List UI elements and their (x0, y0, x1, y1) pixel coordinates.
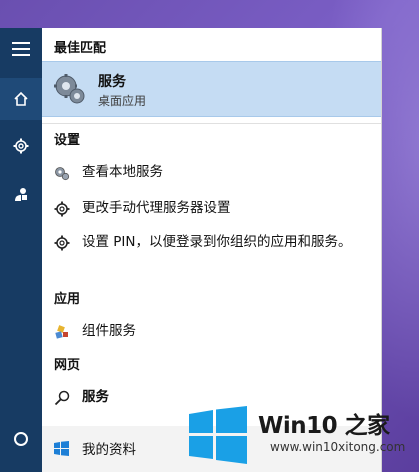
best-match-result[interactable]: 服务 桌面应用 (42, 61, 381, 117)
windows-logo-icon (54, 441, 69, 456)
home-button[interactable] (0, 78, 42, 120)
component-services-icon (55, 325, 68, 339)
web-item-label: 服务 (82, 389, 109, 405)
home-icon (14, 91, 28, 106)
settings-item-pin[interactable]: 设置 PIN，以便登录到你组织的应用和服务。 (42, 229, 381, 279)
settings-item-proxy[interactable]: 更改手动代理服务器设置 (42, 195, 381, 223)
gear-icon (13, 138, 29, 154)
section-header-web: 网页 (54, 358, 81, 373)
section-header-settings: 设置 (54, 133, 81, 148)
user-icon (15, 188, 27, 201)
best-match-subtitle: 桌面应用 (98, 94, 147, 108)
settings-button[interactable] (0, 125, 42, 167)
app-item-component-services[interactable]: 组件服务 (42, 318, 381, 346)
my-stuff-label: 我的资料 (82, 442, 136, 458)
gear-icon (54, 201, 70, 217)
start-rail (0, 28, 42, 472)
settings-item-label: 设置 PIN，以便登录到你组织的应用和服务。 (82, 234, 352, 250)
web-item-search[interactable]: 服务 (42, 384, 381, 412)
settings-item-label: 更改手动代理服务器设置 (82, 200, 231, 216)
gear-icon (54, 235, 70, 251)
cortana-button[interactable] (0, 418, 42, 460)
settings-item-view-local-services[interactable]: 查看本地服务 (42, 159, 381, 187)
my-stuff-row[interactable]: 我的资料 (42, 426, 381, 472)
search-icon (54, 390, 70, 406)
gears-small-icon (55, 167, 70, 181)
cortana-circle-icon (14, 432, 28, 446)
gears-icon (54, 74, 85, 104)
menu-button[interactable] (0, 28, 42, 70)
section-header-apps: 应用 (54, 292, 81, 307)
best-match-title: 服务 (98, 74, 126, 90)
section-header-best-match: 最佳匹配 (54, 41, 107, 56)
settings-item-label: 查看本地服务 (82, 164, 163, 180)
app-item-label: 组件服务 (82, 323, 136, 339)
user-button[interactable] (0, 173, 42, 215)
hamburger-icon (12, 42, 30, 56)
search-results-panel: 最佳匹配 服务 桌面应用 设置 查看本地服务 更改手动代理服务器设置 设置 PI… (42, 28, 382, 472)
divider (42, 123, 381, 124)
